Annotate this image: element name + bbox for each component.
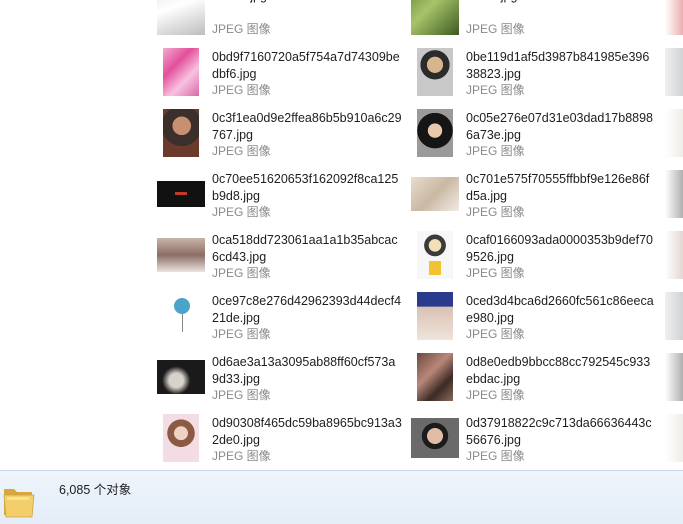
file-thumbnail <box>665 170 683 218</box>
file-type: JPEG 图像 <box>212 144 271 158</box>
file-thumbnail <box>665 292 683 340</box>
file-row: 0d6ae3a13a3095ab88ff60cf573a9d33.jpg JPEG… <box>0 346 683 407</box>
file-type: JPEG 图像 <box>466 83 525 97</box>
file-row: 0bd9f7160720a5f754a7d74309bedbf6.jpg JPEG… <box>0 41 683 102</box>
file-row: 0d90308f465dc59ba8965bc913a32de0.jpg JPEG… <box>0 407 683 468</box>
file-name: 0d6ae3a13a3095ab88ff60cf573a9d33.jpg <box>212 355 396 386</box>
file-name: 0014a.jpg <box>212 0 402 5</box>
file-name: 0c70ee51620653f162092f8ca125b9d8.jpg <box>212 172 399 203</box>
file-item[interactable] <box>665 102 683 163</box>
file-name: 0c701e575f70555ffbbf9e126e86fd5a.jpg <box>466 172 650 203</box>
file-thumbnail <box>157 48 205 96</box>
file-thumbnail <box>665 48 683 96</box>
file-thumbnail <box>411 231 459 279</box>
file-item[interactable] <box>665 163 683 224</box>
file-thumbnail <box>665 353 683 401</box>
file-item[interactable]: 0c70ee51620653f162092f8ca125b9d8.jpg JPEG… <box>157 163 407 224</box>
file-item[interactable]: 4fb56.jpg JPEG 图像 <box>411 0 661 41</box>
file-thumbnail <box>665 0 683 35</box>
file-thumbnail <box>157 170 205 218</box>
file-type: JPEG 图像 <box>466 22 525 36</box>
file-row: 0c70ee51620653f162092f8ca125b9d8.jpg JPEG… <box>0 163 683 224</box>
file-item[interactable]: 0014a.jpg JPEG 图像 <box>157 0 407 41</box>
file-name: 0caf0166093ada0000353b9def709526.jpg <box>466 233 653 264</box>
file-type: JPEG 图像 <box>466 266 525 280</box>
file-item[interactable]: 0bd9f7160720a5f754a7d74309bedbf6.jpg JPEG… <box>157 41 407 102</box>
file-thumbnail <box>665 414 683 462</box>
file-thumbnail <box>157 109 205 157</box>
file-thumbnail <box>665 109 683 157</box>
file-thumbnail <box>411 48 459 96</box>
file-type: JPEG 图像 <box>212 327 271 341</box>
file-name: 0c05e276e07d31e03dad17b88986a73e.jpg <box>466 111 653 142</box>
file-name: 4fb56.jpg <box>466 0 656 5</box>
file-name: 0d8e0edb9bbcc88cc792545c933ebdac.jpg <box>466 355 651 386</box>
file-item[interactable] <box>665 346 683 407</box>
file-item[interactable]: 0d6ae3a13a3095ab88ff60cf573a9d33.jpg JPEG… <box>157 346 407 407</box>
file-item[interactable] <box>665 224 683 285</box>
file-type: JPEG 图像 <box>212 83 271 97</box>
file-thumbnail <box>411 109 459 157</box>
file-item[interactable]: 0caf0166093ada0000353b9def709526.jpg JPEG… <box>411 224 661 285</box>
file-row: 0ce97c8e276d42962393d44decf421de.jpg JPEG… <box>0 285 683 346</box>
file-thumbnail <box>157 414 205 462</box>
file-list-view[interactable]: 0014a.jpgJPEG 图像4fb56.jpgJPEG 图像0bd9f716… <box>0 0 683 470</box>
file-type: JPEG 图像 <box>212 266 271 280</box>
file-item[interactable]: 0be119d1af5d3987b841985e39638823.jpg JPEG… <box>411 41 661 102</box>
file-name: 0ca518dd723061aa1a1b35abcac6cd43.jpg <box>212 233 398 264</box>
file-grid: 0014a.jpgJPEG 图像4fb56.jpgJPEG 图像0bd9f716… <box>0 0 683 470</box>
file-item[interactable] <box>665 407 683 468</box>
file-thumbnail <box>411 292 459 340</box>
file-name: 0ced3d4bca6d2660fc561c86eecae980.jpg <box>466 294 654 325</box>
file-item[interactable]: 0c05e276e07d31e03dad17b88986a73e.jpg JPEG… <box>411 102 661 163</box>
folder-icon <box>3 489 35 518</box>
file-thumbnail <box>157 0 205 35</box>
file-type: JPEG 图像 <box>466 449 525 463</box>
file-name: 0ce97c8e276d42962393d44decf421de.jpg <box>212 294 402 325</box>
file-row: 0c3f1ea0d9e2ffea86b5b910a6c29767.jpg JPEG… <box>0 102 683 163</box>
file-item[interactable]: 0d37918822c9c713da66636443c56676.jpg JPEG… <box>411 407 661 468</box>
item-count-label: 6,085 个对象 <box>59 483 132 497</box>
file-type: JPEG 图像 <box>212 388 271 402</box>
file-type: JPEG 图像 <box>466 205 525 219</box>
file-item[interactable]: 0ced3d4bca6d2660fc561c86eecae980.jpg JPEG… <box>411 285 661 346</box>
file-thumbnail <box>157 231 205 279</box>
file-thumbnail <box>411 170 459 218</box>
file-row: 0014a.jpg JPEG 图像 4fb56.jpg JPEG 图像 <box>0 0 683 41</box>
file-thumbnail <box>665 231 683 279</box>
file-row: 0ca518dd723061aa1a1b35abcac6cd43.jpg JPEG… <box>0 224 683 285</box>
file-type: JPEG 图像 <box>212 449 271 463</box>
file-type: JPEG 图像 <box>466 327 525 341</box>
file-thumbnail <box>411 0 459 35</box>
file-item[interactable] <box>665 0 683 41</box>
file-thumbnail <box>411 414 459 462</box>
file-thumbnail <box>411 353 459 401</box>
file-item[interactable] <box>665 41 683 102</box>
file-item[interactable]: 0ca518dd723061aa1a1b35abcac6cd43.jpg JPEG… <box>157 224 407 285</box>
file-item[interactable] <box>665 285 683 346</box>
file-thumbnail <box>157 353 205 401</box>
file-thumbnail <box>157 292 205 340</box>
file-name: 0d37918822c9c713da66636443c56676.jpg <box>466 416 652 447</box>
file-item[interactable]: 0c3f1ea0d9e2ffea86b5b910a6c29767.jpg JPEG… <box>157 102 407 163</box>
status-bar: 6,085 个对象 <box>0 470 683 524</box>
file-name: 0be119d1af5d3987b841985e39638823.jpg <box>466 50 650 81</box>
file-item[interactable]: 0d90308f465dc59ba8965bc913a32de0.jpg JPEG… <box>157 407 407 468</box>
file-type: JPEG 图像 <box>212 205 271 219</box>
file-item[interactable]: 0d8e0edb9bbcc88cc792545c933ebdac.jpg JPEG… <box>411 346 661 407</box>
file-type: JPEG 图像 <box>212 22 271 36</box>
file-name: 0bd9f7160720a5f754a7d74309bedbf6.jpg <box>212 50 400 81</box>
file-type: JPEG 图像 <box>466 144 525 158</box>
file-name: 0c3f1ea0d9e2ffea86b5b910a6c29767.jpg <box>212 111 402 142</box>
file-item[interactable]: 0ce97c8e276d42962393d44decf421de.jpg JPEG… <box>157 285 407 346</box>
file-name: 0d90308f465dc59ba8965bc913a32de0.jpg <box>212 416 402 447</box>
file-type: JPEG 图像 <box>466 388 525 402</box>
file-item[interactable]: 0c701e575f70555ffbbf9e126e86fd5a.jpg JPEG… <box>411 163 661 224</box>
